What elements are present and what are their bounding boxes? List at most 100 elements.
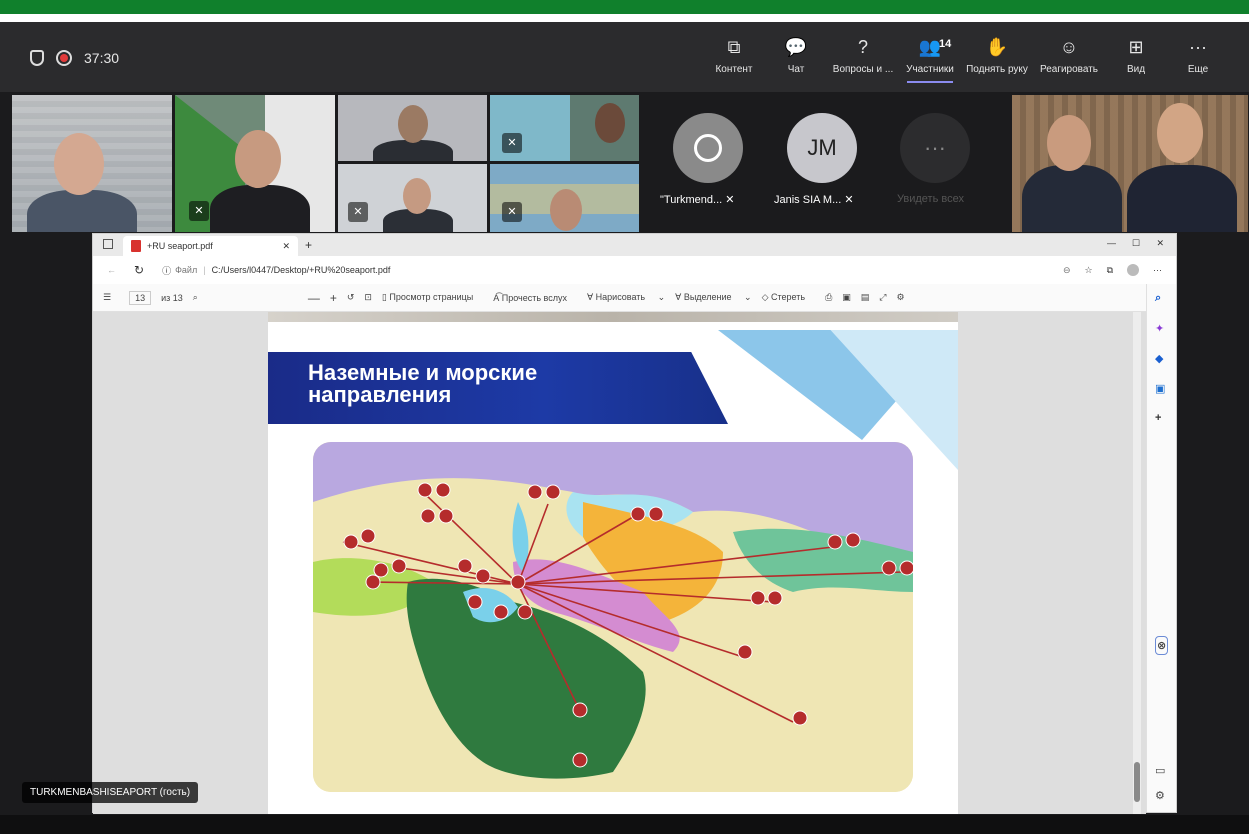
maximize-icon[interactable]: ☐ <box>1132 238 1140 249</box>
info-icon[interactable]: ⓘ <box>162 264 171 277</box>
minimize-icon[interactable]: — <box>1107 238 1116 248</box>
edge-sidebar: ⌕ ✦ ◆ ▣ + ⊗ ▭ ⚙ <box>1146 284 1176 812</box>
scrollbar-track[interactable] <box>1133 312 1141 814</box>
more-icon[interactable]: ··· <box>1153 265 1162 275</box>
close-window-icon[interactable]: ✕ <box>1156 238 1164 249</box>
participant-avatar[interactable] <box>673 113 743 183</box>
toolbar-button-hand[interactable]: ✋ Поднять руку <box>961 36 1033 75</box>
browser-tab[interactable]: +RU seaport.pdf ✕ <box>123 236 298 256</box>
close-icon[interactable]: ✕ <box>282 241 290 252</box>
meeting-status: 37:30 <box>30 50 119 66</box>
toolbar-label: Контент <box>715 64 753 75</box>
page-view-button[interactable]: ▯ Просмотр страницы <box>382 292 483 303</box>
more-icon: ··· <box>924 135 946 160</box>
muted-mic-icon: ✕ <box>189 201 209 221</box>
teams-share-icon[interactable]: ⊗ <box>1155 636 1169 655</box>
toolbar-button-share[interactable]: ⧉ Контент <box>703 36 765 75</box>
zoom-out-icon[interactable]: — <box>308 291 320 305</box>
back-icon[interactable]: ← <box>107 265 116 275</box>
rotate-icon[interactable]: ↺ <box>347 292 355 303</box>
settings-icon[interactable]: ⚙ <box>1155 789 1165 802</box>
toolbar-button-more[interactable]: ··· Еще <box>1167 36 1229 75</box>
muted-mic-icon: ✕ <box>725 194 735 206</box>
chat-icon: 💬 <box>784 37 808 57</box>
video-tile[interactable]: ✕ <box>490 164 639 232</box>
save-as-icon[interactable]: ▤ <box>861 292 870 303</box>
search-icon[interactable]: ⌕ <box>193 292 198 303</box>
bottom-bar <box>0 815 1249 834</box>
pdf-toolbar: ☰ 13 из 13 ⌕ — + ↺ ⊡ ▯ Просмотр страницы… <box>93 284 1176 312</box>
participant-count: 14 <box>939 38 952 50</box>
pdf-canvas: Наземные и морские направления <box>93 312 1146 814</box>
tab-actions-icon[interactable] <box>103 239 113 249</box>
shopping-icon[interactable]: ◆ <box>1155 352 1163 365</box>
toolbar-button-chat[interactable]: 💬 Чат <box>765 36 827 75</box>
video-tile[interactable] <box>1012 95 1248 232</box>
tab-strip: +RU seaport.pdf ✕ + — ☐ ✕ <box>93 234 1176 256</box>
tab-title: +RU seaport.pdf <box>147 241 213 251</box>
zoom-in-icon[interactable]: + <box>330 291 337 305</box>
highlight-button[interactable]: ∀ Выделение ⌄ <box>675 292 751 303</box>
video-tile[interactable]: ✕ <box>338 164 487 232</box>
video-tile[interactable]: ✕ <box>175 95 335 232</box>
muted-mic-icon: ✕ <box>502 202 522 222</box>
settings-icon[interactable]: ⚙ <box>897 292 905 303</box>
routes-map <box>313 442 913 792</box>
add-icon[interactable]: + <box>1155 412 1161 424</box>
url-field[interactable]: C:/Users/l0447/Desktop/+RU%20seaport.pdf <box>212 265 391 275</box>
pdf-file-icon <box>131 240 141 252</box>
print-icon[interactable]: ⎙ <box>825 292 832 303</box>
grid-icon: ⊞ <box>1128 37 1144 57</box>
draw-button[interactable]: ∀ Нарисовать ⌄ <box>587 292 665 303</box>
muted-mic-icon: ✕ <box>348 202 368 222</box>
people-icon: 👥 <box>918 37 942 57</box>
scrollbar-thumb[interactable] <box>1134 762 1140 802</box>
address-scheme: Файл <box>175 265 198 275</box>
toolbar-button-qa[interactable]: ? Вопросы и ... <box>827 36 899 75</box>
muted-mic-icon: ✕ <box>844 194 854 206</box>
toolbar-button-smile[interactable]: ☺ Реагировать <box>1033 36 1105 75</box>
separator: | <box>203 265 206 275</box>
toolbar-label: Вид <box>1126 64 1146 75</box>
video-tile[interactable] <box>12 95 172 232</box>
toolbar-label: Реагировать <box>1039 64 1099 75</box>
video-tile[interactable]: ✕ <box>490 95 639 161</box>
favorite-icon[interactable]: ☆ <box>1084 265 1092 276</box>
zoom-icon[interactable]: ⊖ <box>1063 265 1071 276</box>
search-icon[interactable]: ⌕ <box>1155 292 1161 305</box>
contents-icon[interactable]: ☰ <box>103 292 111 303</box>
profile-icon[interactable] <box>1127 264 1139 276</box>
page-total: из 13 <box>161 292 183 303</box>
save-icon[interactable]: ▣ <box>842 292 851 303</box>
routes-map-graphic <box>313 442 913 792</box>
see-all-label[interactable]: Увидеть всех <box>897 193 964 205</box>
outlook-icon[interactable]: ▣ <box>1155 382 1165 395</box>
screen-icon[interactable]: ▭ <box>1155 764 1165 777</box>
participant-name: Janis SIA M... ✕ <box>774 194 854 206</box>
toolbar-label: Еще <box>1187 64 1209 75</box>
participant-name: "Turkmend... ✕ <box>660 194 735 206</box>
fullscreen-icon[interactable]: ⤢ <box>879 292 886 303</box>
video-tile[interactable] <box>338 95 487 161</box>
read-aloud-button[interactable]: A͡ Прочесть вслух <box>493 293 577 303</box>
collections-icon[interactable]: ⧉ <box>1107 265 1113 276</box>
copilot-icon[interactable]: ✦ <box>1155 322 1164 335</box>
more-icon: ··· <box>1189 37 1207 57</box>
page-number-input[interactable]: 13 <box>129 290 152 305</box>
toolbar-label: Поднять руку <box>966 64 1028 75</box>
new-tab-icon[interactable]: + <box>305 238 312 252</box>
toolbar-label: Чат <box>787 64 805 75</box>
pdf-page: Наземные и морские направления <box>268 312 958 814</box>
see-all-button[interactable]: ··· <box>900 113 970 183</box>
meeting-timer: 37:30 <box>84 50 120 66</box>
muted-mic-icon: ✕ <box>502 133 522 153</box>
fit-icon[interactable]: ⊡ <box>364 292 372 303</box>
top-green-band <box>0 0 1249 14</box>
erase-button[interactable]: ◇ Стереть <box>762 292 815 303</box>
toolbar-label: Вопросы и ... <box>832 64 894 75</box>
refresh-icon[interactable]: ↻ <box>134 263 144 277</box>
toolbar-button-people[interactable]: 👥 14 Участники <box>899 36 961 83</box>
meeting-actions: ⧉ Контент 💬 Чат ? Вопросы и ... 👥 14 Участники ✋ П… <box>703 36 1229 83</box>
toolbar-button-grid[interactable]: ⊞ Вид <box>1105 36 1167 75</box>
participant-avatar[interactable]: JM <box>787 113 857 183</box>
